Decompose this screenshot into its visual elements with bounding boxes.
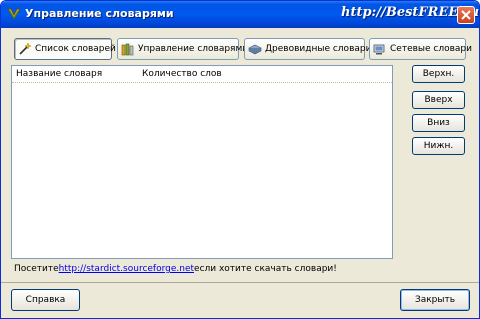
books-icon [121,43,134,56]
tab-dictionary-list[interactable]: Список словарей [14,38,116,60]
column-header-dictionary-name[interactable]: Название словаря [16,69,102,79]
move-to-bottom-button[interactable]: Нижн. [412,137,465,155]
hint-prefix: Посетите [14,264,59,274]
window-title: Управление словарями [25,7,174,20]
tab-tree-dictionaries[interactable]: Древовидные словари [244,38,371,60]
tab-network-dictionaries[interactable]: Сетевые словари [369,38,472,60]
stardict-link[interactable]: http://stardict.sourceforge.net [59,264,194,274]
close-window-button[interactable] [457,6,475,24]
tab-label: Сетевые словари [390,44,472,54]
list-header: Название словаря Количество слов [12,66,392,83]
app-icon [7,8,21,20]
move-up-button[interactable]: Вверх [412,91,465,109]
move-down-button[interactable]: Вниз [412,114,465,132]
tree-book-icon [248,44,262,55]
tab-label: Управление словарями [138,44,249,54]
tab-label: Древовидные словари [265,44,372,54]
close-button[interactable]: Закрыть [400,289,470,311]
tab-dictionary-management[interactable]: Управление словарями [117,38,248,60]
tab-label: Список словарей [35,44,116,54]
column-header-word-count[interactable]: Количество слов [142,69,222,79]
dictionary-manager-window: Управление словарями http://BestFREE.ru … [0,0,480,319]
close-icon [461,10,471,20]
hint-suffix: если хотите скачать словари! [194,264,337,274]
dictionary-list[interactable]: Название словаря Количество слов [11,65,393,259]
network-icon [373,44,385,55]
wand-icon [19,42,32,55]
move-to-top-button[interactable]: Верхн. [412,65,465,83]
help-button[interactable]: Справка [11,289,80,311]
title-bar[interactable]: Управление словарями http://BestFREE.ru [1,1,479,28]
separator [1,282,479,283]
download-hint: Посетитеhttp://stardict.sourceforge.netе… [14,264,337,274]
